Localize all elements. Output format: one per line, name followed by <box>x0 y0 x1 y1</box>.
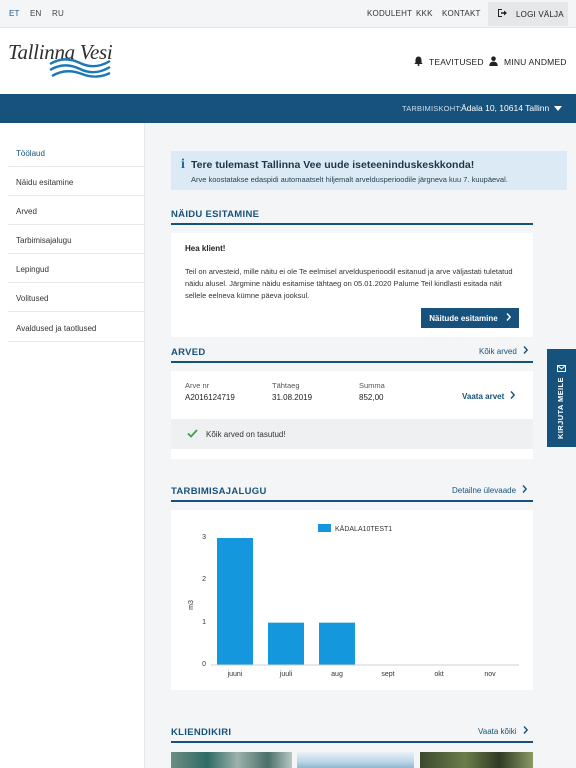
bell-icon <box>414 56 429 68</box>
y-axis-label: m3 <box>188 600 195 610</box>
bill-amount: 852,00 <box>359 393 384 402</box>
location-select[interactable]: Ädala 10, 10614 Tallinn <box>461 103 549 113</box>
sidebar-item-bills[interactable]: Arved <box>8 196 145 225</box>
client-letter-title: KLIENDIKIRI <box>171 727 232 738</box>
language-en[interactable]: EN <box>30 9 42 18</box>
greeting-text: Hea klient! <box>185 244 226 253</box>
location-bar: TARBIMISKOHT: Ädala 10, 10614 Tallinn <box>0 94 576 123</box>
view-all-label: Vaata kõiki <box>478 726 517 736</box>
sidebar-item-contracts[interactable]: Lepingud <box>8 254 145 283</box>
my-data-label: MINU ANDMED <box>504 57 567 67</box>
sidebar-item-consumption[interactable]: Tarbimisajalugu <box>8 225 145 254</box>
section-divider <box>171 223 533 225</box>
info-icon: i <box>181 157 185 172</box>
section-divider <box>171 361 533 363</box>
letter-thumbnail-2[interactable] <box>297 752 414 768</box>
chevron-right-icon <box>516 485 528 495</box>
detailed-overview-link[interactable]: Detailne ülevaade <box>452 485 528 495</box>
x-tick-label: sept <box>381 671 395 678</box>
site-header: Tallinna Vesi TEAVITUSED MINU ANDMED <box>0 28 576 94</box>
submit-readings-button[interactable]: Näitude esitamine <box>421 308 519 328</box>
legend-label: KÄDALA10TEST1 <box>335 525 392 533</box>
view-bill-label: Vaata arvet <box>462 391 505 401</box>
logout-icon <box>498 9 516 19</box>
location-label: TARBIMISKOHT: <box>402 104 462 113</box>
sidebar-item-dashboard[interactable]: Töölaud <box>8 138 145 167</box>
consumption-chart: KÄDALA10TEST1 m3 <box>188 524 519 666</box>
mail-icon <box>557 359 566 377</box>
meter-reading-message: Teil on arvesteid, mille näitu ei ole Te… <box>185 267 513 300</box>
contact-link[interactable]: KONTAKT <box>442 9 481 18</box>
feedback-tab[interactable]: KIRJUTA MEILE <box>547 349 576 447</box>
bill-number-header: Arve nr <box>185 381 210 390</box>
my-data-link[interactable]: MINU ANDMED <box>489 56 567 68</box>
y-tick-label: 1 <box>202 618 206 626</box>
chevron-down-icon[interactable] <box>554 106 562 111</box>
view-all-letters-link[interactable]: Vaata kõiki <box>478 726 528 736</box>
all-bills-label: Kõik arved <box>479 346 517 356</box>
letter-thumbnail-1[interactable] <box>171 752 292 768</box>
chevron-right-icon <box>517 726 528 736</box>
notifications-link[interactable]: TEAVITUSED <box>414 56 484 68</box>
notifications-label: TEAVITUSED <box>429 57 484 67</box>
bills-paid-notice: Kõik arved on tasutud! <box>171 419 533 449</box>
chevron-right-icon <box>504 391 516 401</box>
bills-paid-text: Kõik arved on tasutud! <box>206 429 286 439</box>
bill-due-header: Tähtaeg <box>272 381 300 390</box>
all-bills-link[interactable]: Kõik arved <box>479 346 528 356</box>
consumption-title: TARBIMISAJALUGU <box>171 486 267 497</box>
detailed-overview-label: Detailne ülevaade <box>452 485 517 495</box>
y-tick-label: 2 <box>202 576 206 584</box>
welcome-banner: i Tere tulemast Tallinna Vee uude isetee… <box>171 151 567 190</box>
logo-waves-icon <box>49 58 111 78</box>
logout-button[interactable]: LOGI VÄLJA <box>488 2 568 26</box>
y-tick-label: 0 <box>202 661 206 668</box>
bills-title: ARVED <box>171 347 206 358</box>
letter-thumbnail-3[interactable] <box>420 752 533 768</box>
y-tick-label: 3 <box>202 534 206 541</box>
bill-number: A2016124719 <box>185 393 235 402</box>
logout-label: LOGI VÄLJA <box>516 9 564 19</box>
welcome-subtitle: Arve koostatakse edaspidi automaatselt h… <box>191 175 508 184</box>
x-tick-label: aug <box>331 671 343 678</box>
language-ru[interactable]: RU <box>52 9 64 18</box>
view-bill-link[interactable]: Vaata arvet <box>462 391 516 401</box>
section-divider <box>171 741 533 743</box>
sidebar-item-authorizations[interactable]: Volitused <box>8 283 145 312</box>
x-tick-label: nov <box>484 671 496 678</box>
chevron-right-icon <box>498 313 511 323</box>
section-divider <box>171 500 533 502</box>
welcome-title: Tere tulemast Tallinna Vee uude iseteeni… <box>191 159 475 171</box>
bar-aug <box>319 622 355 665</box>
bar-juuli <box>268 622 304 665</box>
home-link[interactable]: KODULEHT <box>367 9 412 18</box>
x-tick-label: juuli <box>279 671 293 678</box>
bill-due-date: 31.08.2019 <box>272 393 313 402</box>
language-et[interactable]: ET <box>9 9 20 18</box>
legend-swatch <box>318 524 331 532</box>
x-tick-label: okt <box>434 671 444 678</box>
top-utility-bar: ET EN RU KODULEHT KKK KONTAKT LOGI VÄLJA <box>0 0 576 28</box>
checkmark-icon <box>187 428 206 440</box>
faq-link[interactable]: KKK <box>416 9 433 18</box>
bar-juuni <box>217 538 253 665</box>
sidebar-item-meter-reading[interactable]: Näidu esitamine <box>8 167 145 196</box>
sidebar-item-applications[interactable]: Avaldused ja taotlused <box>8 313 145 342</box>
chevron-right-icon <box>517 346 528 356</box>
feedback-label: KIRJUTA MEILE <box>556 377 565 439</box>
submit-readings-label: Näitude esitamine <box>429 313 498 323</box>
meter-reading-title: NÄIDU ESITAMINE <box>171 209 260 220</box>
bill-amount-header: Summa <box>359 381 385 390</box>
x-tick-label: juuni <box>227 671 243 678</box>
user-icon <box>489 56 504 68</box>
